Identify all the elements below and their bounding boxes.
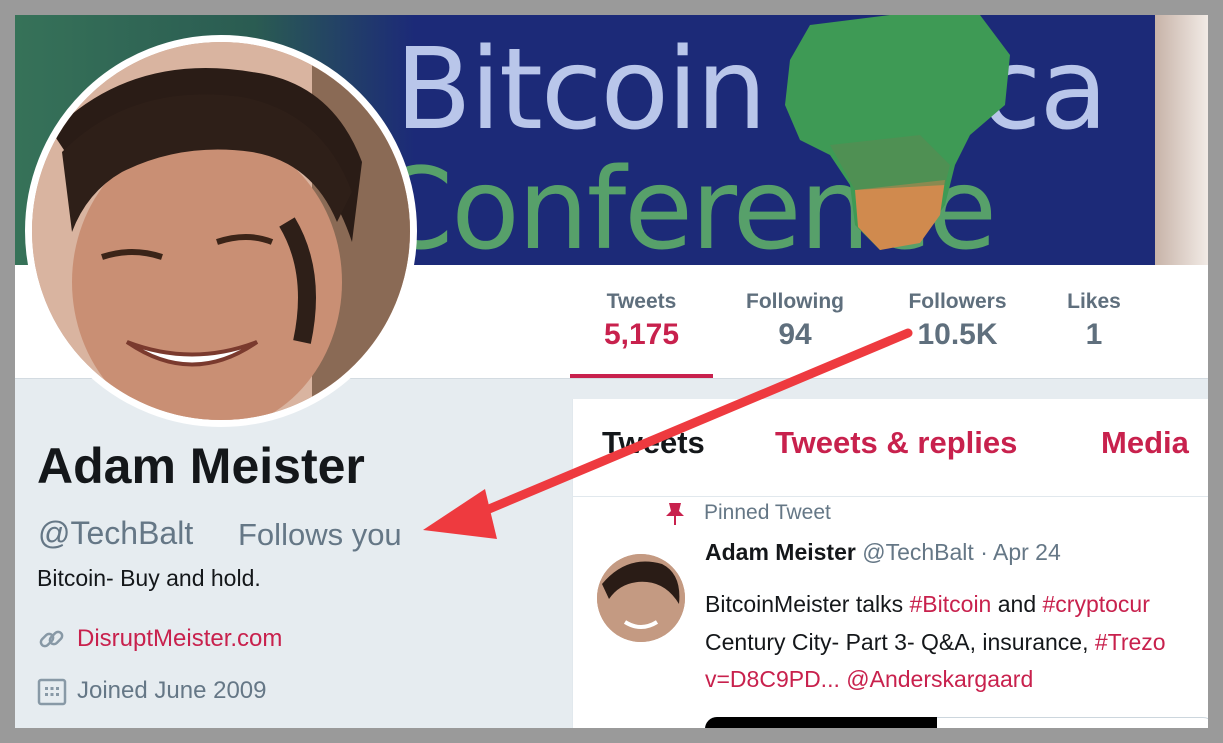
tweet-author-avatar[interactable] — [597, 554, 685, 642]
calendar-icon — [37, 678, 67, 706]
timeline-panel: Tweets Tweets & replies Media Pinned Twe… — [572, 399, 1208, 728]
stat-following-label: Following — [746, 290, 844, 313]
pin-icon — [666, 503, 684, 525]
tweet-text-line: v=D8C9PD... @Anderskargaard — [705, 666, 1033, 693]
avatar-photo — [32, 42, 410, 420]
tweet-text: Century City- Part 3- Q&A, insurance, — [705, 629, 1095, 655]
africa-map-graphic — [785, 15, 1010, 250]
tweet-date[interactable]: Apr 24 — [993, 539, 1061, 565]
pinned-tweet-label: Pinned Tweet — [704, 501, 831, 524]
stat-following-value: 94 — [778, 318, 812, 351]
tab-tweets-and-replies[interactable]: Tweets & replies — [775, 425, 1017, 461]
stat-followers-value: 10.5K — [917, 318, 998, 351]
stat-likes-value: 1 — [1085, 318, 1103, 351]
tweet-header: Adam Meister @TechBalt · Apr 24 — [705, 539, 1061, 566]
hashtag-link[interactable]: #cryptocur — [1043, 591, 1150, 617]
tweet-text-line: Century City- Part 3- Q&A, insurance, #T… — [705, 629, 1166, 656]
url-link[interactable]: v=D8C9PD... — [705, 666, 840, 692]
stat-followers-label: Followers — [908, 290, 1007, 313]
tweet-media-thumbnail — [705, 717, 937, 728]
banner-edge — [1155, 15, 1208, 265]
stat-followers[interactable]: Followers 10.5K — [890, 290, 1025, 352]
stat-following[interactable]: Following 94 — [730, 290, 860, 352]
tab-tweets[interactable]: Tweets — [602, 425, 705, 461]
mention-link[interactable]: @Anderskargaard — [846, 666, 1033, 692]
follows-you-badge: Follows you — [238, 517, 402, 552]
tweet-author-handle[interactable]: @TechBalt — [862, 539, 974, 565]
tweet-author-name[interactable]: Adam Meister — [705, 539, 856, 565]
tweet-text: and — [991, 591, 1043, 617]
profile-bio: Bitcoin- Buy and hold. — [37, 565, 261, 591]
active-tab-indicator — [570, 374, 713, 378]
profile-name: Adam Meister — [37, 438, 365, 494]
hashtag-link[interactable]: #Bitcoin — [910, 591, 992, 617]
profile-page: Bitcoin Africa Conference Tweets 5,175 F… — [15, 15, 1208, 728]
joined-date: Joined June 2009 — [77, 677, 267, 704]
timeline-divider — [573, 496, 1208, 497]
stat-likes-label: Likes — [1067, 290, 1121, 313]
stat-tweets-label: Tweets — [606, 290, 677, 313]
profile-avatar[interactable] — [25, 35, 417, 427]
tweet-text-line: BitcoinMeister talks #Bitcoin and #crypt… — [705, 591, 1150, 618]
tab-media[interactable]: Media — [1101, 425, 1189, 461]
tweet-avatar-photo — [597, 554, 685, 642]
stat-likes[interactable]: Likes 1 — [1050, 290, 1138, 352]
stat-tweets-value: 5,175 — [603, 318, 680, 351]
tweet-text: BitcoinMeister talks — [705, 591, 910, 617]
profile-handle: @TechBalt — [38, 515, 194, 551]
link-icon — [39, 630, 64, 648]
stat-tweets[interactable]: Tweets 5,175 — [570, 290, 713, 352]
website-link[interactable]: DisruptMeister.com — [77, 625, 282, 653]
tweet-separator: · — [980, 539, 988, 565]
hashtag-link[interactable]: #Trezo — [1095, 629, 1166, 655]
